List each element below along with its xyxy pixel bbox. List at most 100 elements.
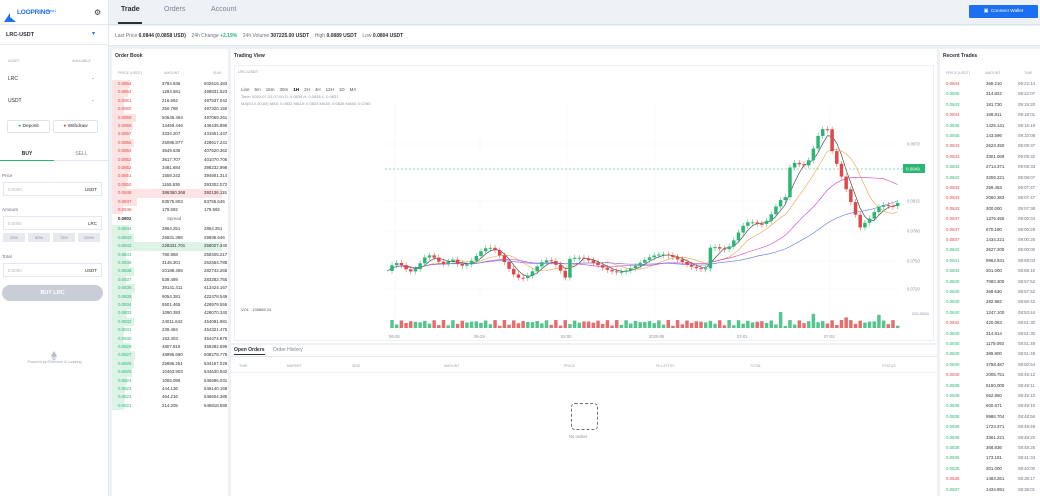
bid-row[interactable]: 0.0825 10463.903 544630.932	[112, 368, 228, 377]
ask-row[interactable]: 0.0852 3617.707 401070.706	[112, 155, 228, 164]
bid-row[interactable]: 0.0834 6501.465 428979.555	[112, 301, 228, 310]
ask-row[interactable]: 0.0849 386360.368 392136.115	[112, 189, 228, 198]
chart-container[interactable]: LRC-USDT Line 5m 15m 30m 1H 2H 4H 12H 1D MA Time:…	[234, 65, 934, 341]
withdraw-label: Withdraw	[67, 124, 88, 129]
bid-row[interactable]: 0.0830 153.403 454474.879	[112, 334, 228, 343]
volume-bar	[769, 320, 773, 328]
ob-sum: 258405.217	[204, 251, 228, 257]
bid-row[interactable]: 0.0844 2864.251 2864.251	[112, 225, 228, 234]
trade-time: 08:41:34	[1018, 455, 1036, 461]
bid-row[interactable]: 0.0822 464.216 546604.385	[112, 393, 228, 402]
bid-row[interactable]: 0.0821 214.205 546818.590	[112, 401, 228, 411]
bid-row[interactable]: 0.0831 239.484 454321.475	[112, 326, 228, 335]
ask-row[interactable]: 0.0856 25086.877 428617.241	[112, 138, 228, 148]
ask-row[interactable]: 0.0850 1165.936 393302.072	[112, 180, 228, 190]
tab-trade[interactable]: Trade	[121, 6, 140, 13]
candlestick-chart[interactable]: 0.0870 0.0815 0.0780 0.0750 0.0720 06-28 06-29…	[235, 66, 935, 342]
bid-row[interactable]: 0.0829 4807.819 459282.699	[112, 343, 228, 352]
percent-100-button[interactable]: 100%	[78, 233, 100, 242]
trade-amount: 259.453	[986, 185, 1002, 190]
bid-row[interactable]: 0.0835 9054.381 422478.549	[112, 292, 228, 301]
total-input[interactable]: 0.0000 USDT	[3, 263, 102, 277]
volume-bar	[474, 321, 479, 328]
percent-25-button[interactable]: 25%	[3, 233, 25, 242]
ob-amount: 4807.819	[162, 344, 181, 349]
ob-price: 0.0860	[118, 106, 132, 112]
ask-row[interactable]: 0.0852 3481.684 398232.998	[112, 164, 228, 173]
trading-view: Trading View LRC-USDT Line 5m 15m 30m 1H 2H 4H…	[231, 49, 937, 343]
bid-row[interactable]: 0.0841 780.868 258405.217	[112, 250, 228, 259]
tab-label: Open Orders	[234, 347, 265, 353]
price-label: Price	[2, 173, 13, 178]
trade-time: 09:18:01	[1018, 112, 1036, 118]
ask-row[interactable]: 0.0864 3784.836 502616.483	[112, 80, 228, 89]
ask-row[interactable]: 0.0854 3649.636 407620.362	[112, 147, 228, 156]
bid-row[interactable]: 0.0839 3146.301 262554.785	[112, 259, 228, 268]
price-tick: 0.0750	[907, 259, 920, 264]
ask-row[interactable]: 0.0860 250.788 497320.150	[112, 105, 228, 114]
bid-row[interactable]: 0.0827 48996.690 508278.779	[112, 351, 228, 360]
amount-input[interactable]: 0.0000 LRC	[3, 216, 102, 230]
price-input[interactable]: 0.0000 USDT	[3, 182, 102, 196]
sell-tab[interactable]: SELL	[54, 148, 109, 161]
bid-row[interactable]: 0.0832 24011.642 454081.981	[112, 317, 228, 327]
tab-order-history[interactable]: Order History	[273, 347, 303, 353]
ask-row[interactable]: 0.0864 1284.581 498831.623	[112, 88, 228, 97]
volume-bar	[418, 322, 422, 328]
candle-body	[413, 269, 418, 272]
bid-row[interactable]: 0.0842 228331.701 258027.346	[112, 242, 228, 251]
volume-bar	[647, 321, 652, 328]
tab-orders[interactable]: Orders	[164, 6, 185, 13]
volume-bar	[713, 323, 717, 328]
bid-row[interactable]: 0.0826 25886.251 534167.029	[112, 359, 228, 369]
ob-sum: 431551.447	[204, 131, 228, 137]
buy-tab[interactable]: BUY	[0, 148, 54, 161]
ask-row[interactable]: 0.0861 216.692 497537.042	[112, 96, 228, 106]
volume-bar	[446, 325, 450, 328]
gear-icon[interactable]: ⚙	[94, 9, 101, 17]
ob-sum: 502616.483	[204, 81, 228, 86]
no-orders-text: No orders	[569, 434, 588, 439]
trade-time: 08:51:30	[1018, 330, 1036, 336]
ob-amount: 1090.393	[162, 310, 181, 316]
percent-50-button[interactable]: 50%	[28, 233, 50, 242]
volume-bar	[526, 321, 530, 328]
connect-wallet-button[interactable]: ▣ Connect Wallet	[969, 5, 1038, 18]
candle-body	[582, 257, 586, 259]
ask-row[interactable]: 0.0859 50645.464 497069.261	[112, 113, 228, 122]
withdraw-button[interactable]: ● Withdraw	[53, 120, 98, 133]
trade-time: 09:00:26	[1018, 237, 1036, 242]
bid-row[interactable]: 0.0824 1065.096 545696.031	[112, 376, 228, 385]
bid-row[interactable]: 0.0838 20188.465 282742.265	[112, 267, 228, 276]
amount-label: Amount	[2, 207, 18, 212]
tab-account[interactable]: Account	[211, 6, 236, 13]
volume-bar	[610, 325, 614, 328]
bid-row[interactable]: 0.0843 26831.396 29695.646	[112, 233, 228, 243]
trade-price: 0.0843	[946, 101, 960, 107]
tab-open-orders[interactable]: Open Orders	[234, 346, 265, 355]
candle-body	[465, 264, 469, 266]
volume-bar	[774, 324, 778, 328]
deposit-button[interactable]: ● Deposit	[7, 120, 50, 133]
percent-75-button[interactable]: 75%	[53, 233, 75, 242]
ask-row[interactable]: 0.0851 1559.242 394801.314	[112, 172, 228, 181]
trade-price: 0.0840	[946, 289, 960, 294]
ask-row[interactable]: 0.0846 179.592 179.592	[112, 206, 228, 215]
trade-price: 0.0838	[946, 393, 960, 398]
price-tick: 0.0870	[907, 142, 920, 147]
bid-row[interactable]: 0.0836 39141.411 413424.167	[112, 284, 228, 293]
market-selector[interactable]: LRC-USDT ▾	[0, 24, 109, 45]
bid-row[interactable]: 0.0833 1090.393 428070.340	[112, 309, 228, 318]
volume-bar	[563, 320, 567, 328]
ask-row[interactable]: 0.0858 14469.446 446435.896	[112, 122, 228, 131]
percent-label: 50%	[34, 235, 43, 240]
buy-lrc-button[interactable]: BUY LRC	[2, 285, 103, 301]
bid-row[interactable]: 0.0837 539.489 283282.755	[112, 275, 228, 285]
ask-row[interactable]: 0.0847 83575.803 83755.645	[112, 197, 228, 206]
volume-bar	[423, 320, 427, 328]
volume-bar	[399, 320, 404, 328]
trade-price: 0.0843	[946, 195, 960, 201]
bid-row[interactable]: 0.0823 444.136 546140.168	[112, 385, 228, 394]
ask-row[interactable]: 0.0857 3334.207 431551.447	[112, 130, 228, 139]
trade-time: 09:00:34	[1018, 216, 1036, 222]
